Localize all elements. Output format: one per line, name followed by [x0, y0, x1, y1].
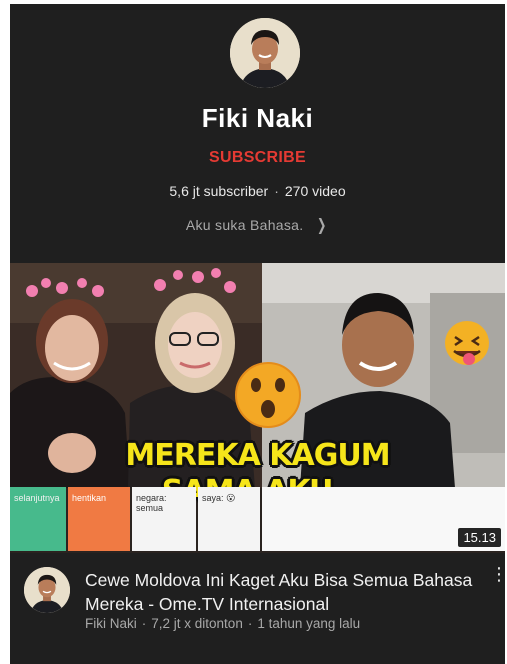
channel-description: Aku suka Bahasa. [185, 217, 304, 233]
meta-separator-2: · [247, 616, 253, 631]
channel-stats: 5,6 jt subscriber · 270 video [10, 183, 505, 199]
channel-name: Fiki Naki [201, 103, 314, 133]
video-channel-name[interactable]: Fiki Naki [85, 616, 137, 631]
video-duration-badge: 15.13 [458, 528, 501, 547]
video-age: 1 tahun yang lalu [257, 616, 361, 631]
video-views: 7,2 jt x ditonton [151, 616, 243, 631]
video-title[interactable]: Cewe Moldova Ini Kaget Aku Bisa Semua Ba… [85, 568, 475, 616]
channel-description-link[interactable]: Aku suka Bahasa. ❯ [10, 215, 505, 235]
video-channel-avatar-image [24, 567, 70, 613]
video-count: 270 video [284, 183, 346, 199]
thumb-self-filter: saya: 😮 [198, 487, 260, 551]
thumbnail-headline-line1: MEREKA KAGUM [125, 438, 390, 473]
subscriber-count: 5,6 jt subscriber [169, 183, 269, 199]
stats-separator: · [274, 183, 279, 199]
thumb-next-button: selanjutnya [10, 487, 66, 551]
more-options-icon[interactable]: ⋮ [490, 565, 505, 590]
meta-separator-1: · [141, 616, 147, 631]
thumb-stop-button: hentikan [68, 487, 130, 551]
video-thumbnail[interactable]: MEREKA KAGUM SAMA AKU.. selanjutnya hent… [10, 263, 505, 553]
chevron-right-icon: ❯ [317, 217, 328, 234]
video-channel-avatar[interactable] [24, 567, 70, 613]
channel-avatar[interactable] [230, 18, 300, 88]
video-meta: Fiki Naki · 7,2 jt x ditonton · 1 tahun yang… [85, 616, 485, 631]
thumb-country-filter: negara: semua [132, 487, 196, 551]
subscribe-button[interactable]: SUBSCRIBE [10, 149, 505, 167]
channel-screen: Fiki Naki SUBSCRIBE 5,6 jt subscriber · 27… [10, 4, 505, 664]
channel-avatar-image [230, 18, 300, 88]
